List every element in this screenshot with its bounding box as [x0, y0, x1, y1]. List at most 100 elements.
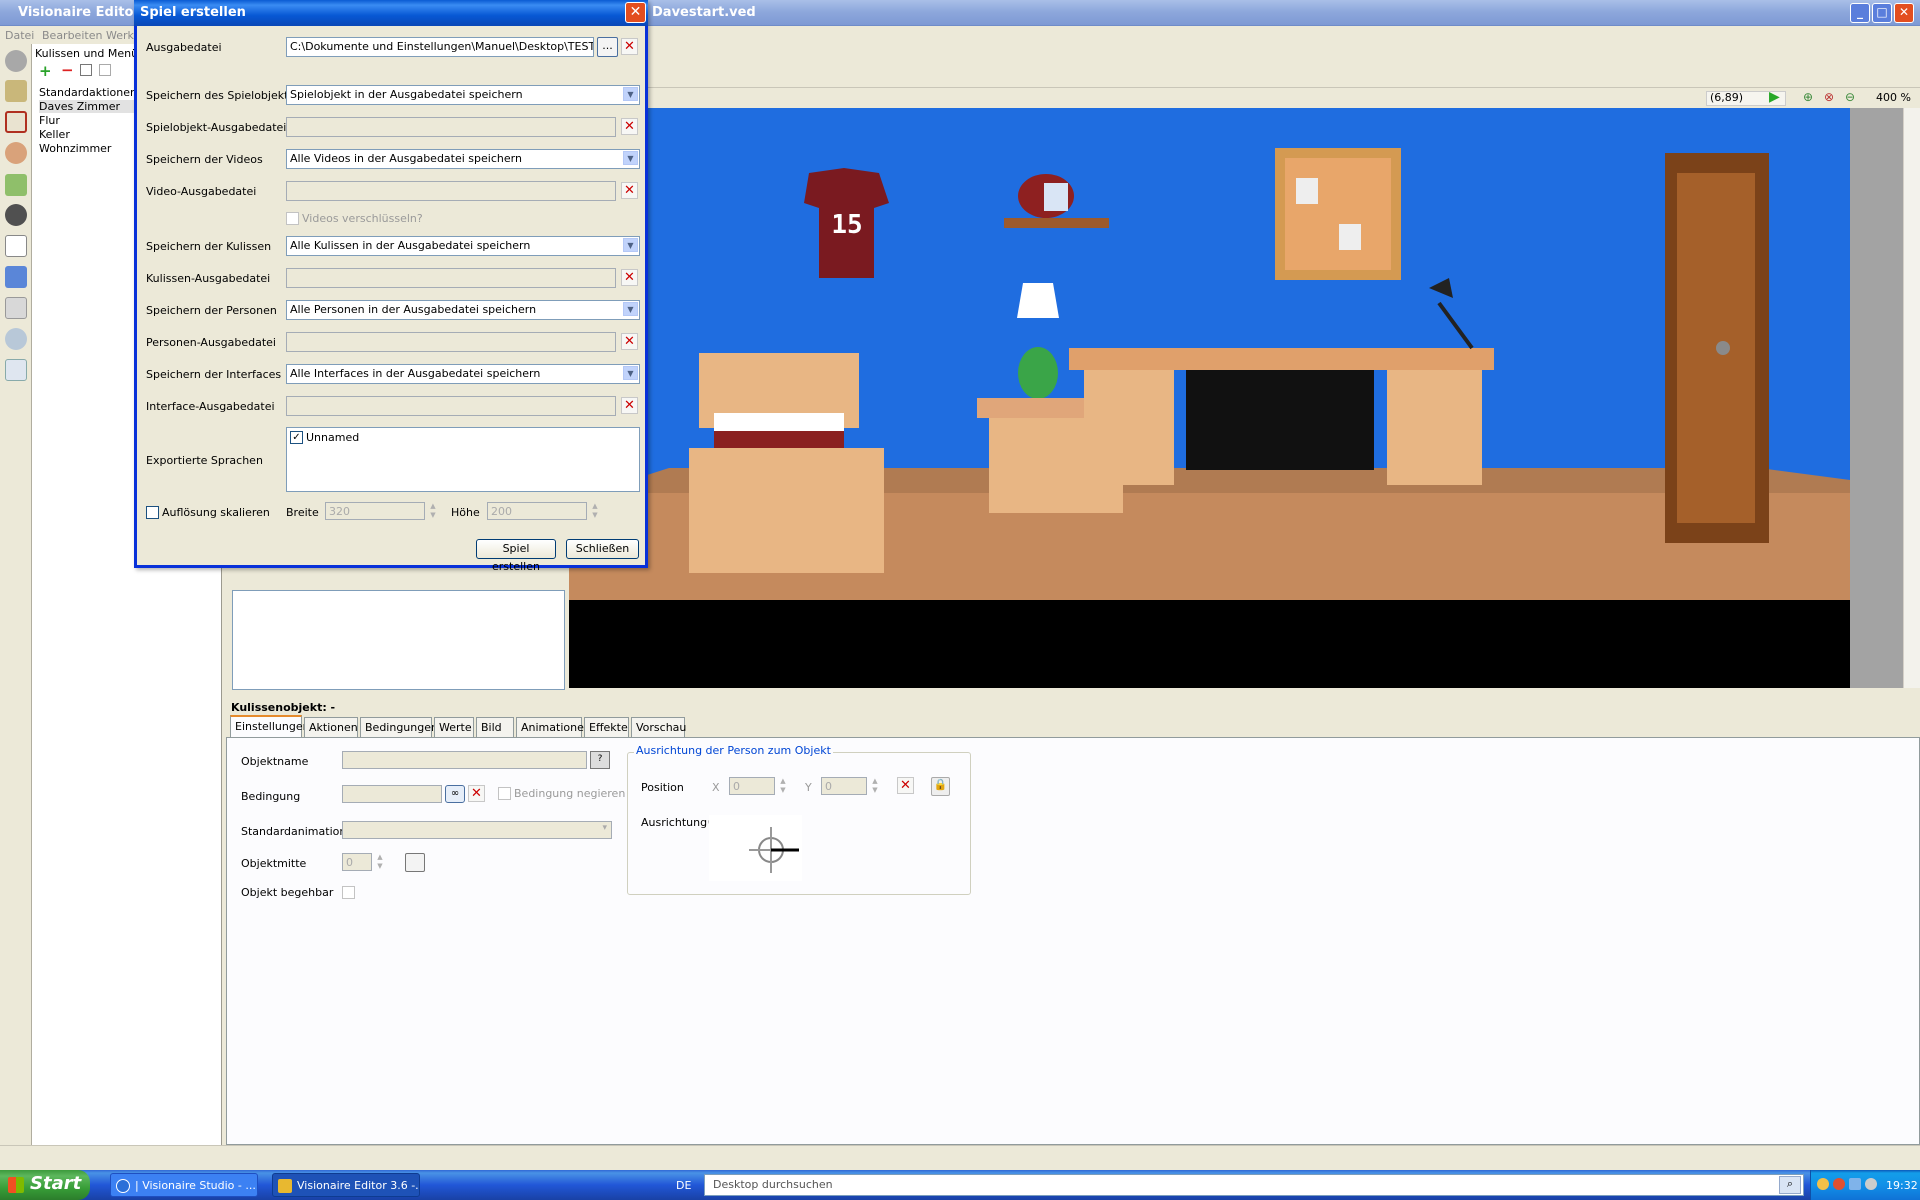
tab-aktionen[interactable]: Aktionen: [304, 717, 358, 737]
breite-spinner[interactable]: ▲ ▼: [427, 502, 439, 520]
house-icon[interactable]: [5, 111, 27, 133]
hourglass-icon[interactable]: [5, 80, 27, 102]
tab-vorschau[interactable]: Vorschau: [631, 717, 686, 737]
clear-video-icon[interactable]: ✕: [621, 182, 638, 199]
cursor-icon[interactable]: [5, 235, 27, 257]
tab-einstellungen[interactable]: Einstellungen: [230, 715, 310, 737]
hoehe-spinner[interactable]: ▲ ▼: [589, 502, 601, 520]
video-file-field[interactable]: [286, 181, 616, 201]
scale-checkbox[interactable]: [146, 506, 159, 519]
hoehe-field[interactable]: 200: [487, 502, 587, 520]
browse-button[interactable]: ...: [597, 37, 618, 57]
bedingung-negieren-checkbox[interactable]: [498, 787, 511, 800]
kulissen-file-field[interactable]: [286, 268, 616, 288]
language-checkbox[interactable]: ✓: [290, 431, 303, 444]
zoom-out-icon[interactable]: ⊖: [1845, 90, 1855, 104]
gear-icon[interactable]: [5, 50, 27, 72]
tray-icon[interactable]: [1833, 1178, 1845, 1190]
weather-icon[interactable]: [5, 328, 27, 350]
clear-bedingung-icon[interactable]: ✕: [468, 785, 485, 802]
spielobjekt-dropdown[interactable]: Spielobjekt in der Ausgabedatei speicher…: [286, 85, 640, 105]
tree-item[interactable]: Wohnzimmer: [39, 142, 111, 155]
start-button[interactable]: Start: [0, 1170, 90, 1200]
play-icon[interactable]: ▶: [1769, 89, 1780, 105]
gamepad-icon[interactable]: [5, 174, 27, 196]
scene-canvas[interactable]: 15: [569, 108, 1850, 600]
spielobjekt-file-field[interactable]: [286, 117, 616, 137]
breite-field[interactable]: 320: [325, 502, 425, 520]
pick-point-icon[interactable]: [405, 853, 425, 872]
tree-item[interactable]: Standardaktionen: [39, 86, 137, 99]
copy-icon[interactable]: [99, 64, 111, 76]
link-icon[interactable]: ∞: [445, 785, 465, 803]
object-list[interactable]: [232, 590, 565, 690]
objekt-begehbar-checkbox[interactable]: [342, 886, 355, 899]
kulissen-dropdown[interactable]: Alle Kulissen in der Ausgabedatei speich…: [286, 236, 640, 256]
clear-position-icon[interactable]: ✕: [897, 777, 914, 794]
ball-icon[interactable]: [5, 204, 27, 226]
personen-file-field[interactable]: [286, 332, 616, 352]
minimize-button[interactable]: _: [1850, 3, 1870, 23]
spiel-erstellen-button[interactable]: Spiel erstellen: [476, 539, 556, 573]
clear-kulissen-icon[interactable]: ✕: [621, 269, 638, 286]
zoom-reset-icon[interactable]: ⊗: [1824, 90, 1834, 104]
tray-icon[interactable]: [1865, 1178, 1877, 1190]
personen-dropdown[interactable]: Alle Personen in der Ausgabedatei speich…: [286, 300, 640, 320]
search-icon[interactable]: ⌕: [1779, 1176, 1801, 1194]
font-icon[interactable]: [5, 266, 27, 288]
ausgabedatei-field[interactable]: C:\Dokumente und Einstellungen\Manuel\De…: [286, 37, 594, 57]
sprachen-list[interactable]: ✓ Unnamed: [286, 427, 640, 492]
bedingung-field[interactable]: [342, 785, 442, 803]
tab-animationen[interactable]: Animationen: [516, 717, 591, 737]
interface-file-field[interactable]: [286, 396, 616, 416]
menu-datei[interactable]: Datei: [5, 29, 34, 42]
standardanimation-dropdown[interactable]: ▾: [342, 821, 612, 839]
taskbar-item-editor[interactable]: Visionaire Editor 3.6 -...: [272, 1173, 420, 1197]
clear-personen-icon[interactable]: ✕: [621, 333, 638, 350]
tab-effekte[interactable]: Effekte: [584, 717, 629, 737]
position-x-field[interactable]: 0: [729, 777, 775, 795]
grid-icon[interactable]: [5, 297, 27, 319]
zoom-in-icon[interactable]: ⊕: [1803, 90, 1813, 104]
script-icon[interactable]: [5, 359, 27, 381]
dialog-close-button[interactable]: ✕: [625, 2, 646, 23]
taskbar-item-studio[interactable]: | Visionaire Studio - ...: [110, 1173, 258, 1197]
tree-item[interactable]: Keller: [39, 128, 70, 141]
objekt-begehbar-label: Objekt begehbar: [241, 886, 334, 899]
scene-scrollbar[interactable]: [1903, 108, 1920, 688]
tree-item-selected[interactable]: Daves Zimmer: [39, 100, 141, 113]
lock-icon[interactable]: 🔒: [931, 777, 950, 796]
clear-interface-icon[interactable]: ✕: [621, 397, 638, 414]
desktop-search[interactable]: Desktop durchsuchen ⌕: [704, 1174, 1804, 1196]
tray-icon[interactable]: [1849, 1178, 1861, 1190]
clock: 19:32: [1886, 1179, 1918, 1192]
tab-werte[interactable]: Werte: [434, 717, 474, 737]
tray-icon[interactable]: [1817, 1178, 1829, 1190]
compass-icon[interactable]: [709, 815, 802, 881]
tab-bild[interactable]: Bild: [476, 717, 514, 737]
videos-encrypt-checkbox[interactable]: [286, 212, 299, 225]
add-icon[interactable]: +: [39, 62, 52, 80]
window-close-button[interactable]: ✕: [1894, 3, 1914, 23]
position-x-spinner[interactable]: ▲ ▼: [777, 777, 789, 795]
breite-label: Breite: [286, 506, 319, 519]
text-edit-icon[interactable]: ?: [590, 751, 610, 769]
language-indicator[interactable]: DE: [676, 1179, 691, 1192]
clear-spielobjekt-icon[interactable]: ✕: [621, 118, 638, 135]
tab-bedingungen[interactable]: Bedingungen: [360, 717, 438, 737]
clear-ausgabedatei-icon[interactable]: ✕: [621, 38, 638, 55]
schliessen-button[interactable]: Schließen: [566, 539, 639, 559]
remove-icon[interactable]: −: [61, 61, 74, 79]
position-y-spinner[interactable]: ▲ ▼: [869, 777, 881, 795]
menu-bearbeiten[interactable]: Bearbeiten: [42, 29, 102, 42]
position-y-field[interactable]: 0: [821, 777, 867, 795]
maximize-button[interactable]: □: [1872, 3, 1892, 23]
interfaces-dropdown[interactable]: Alle Interfaces in der Ausgabedatei spei…: [286, 364, 640, 384]
objektmitte-field[interactable]: 0: [342, 853, 372, 871]
tree-item[interactable]: Flur: [39, 114, 60, 127]
videos-dropdown[interactable]: Alle Videos in der Ausgabedatei speicher…: [286, 149, 640, 169]
person-icon[interactable]: [5, 142, 27, 164]
rename-icon[interactable]: [80, 64, 92, 76]
objektname-field[interactable]: [342, 751, 587, 769]
objektmitte-spinner[interactable]: ▲ ▼: [374, 853, 386, 871]
